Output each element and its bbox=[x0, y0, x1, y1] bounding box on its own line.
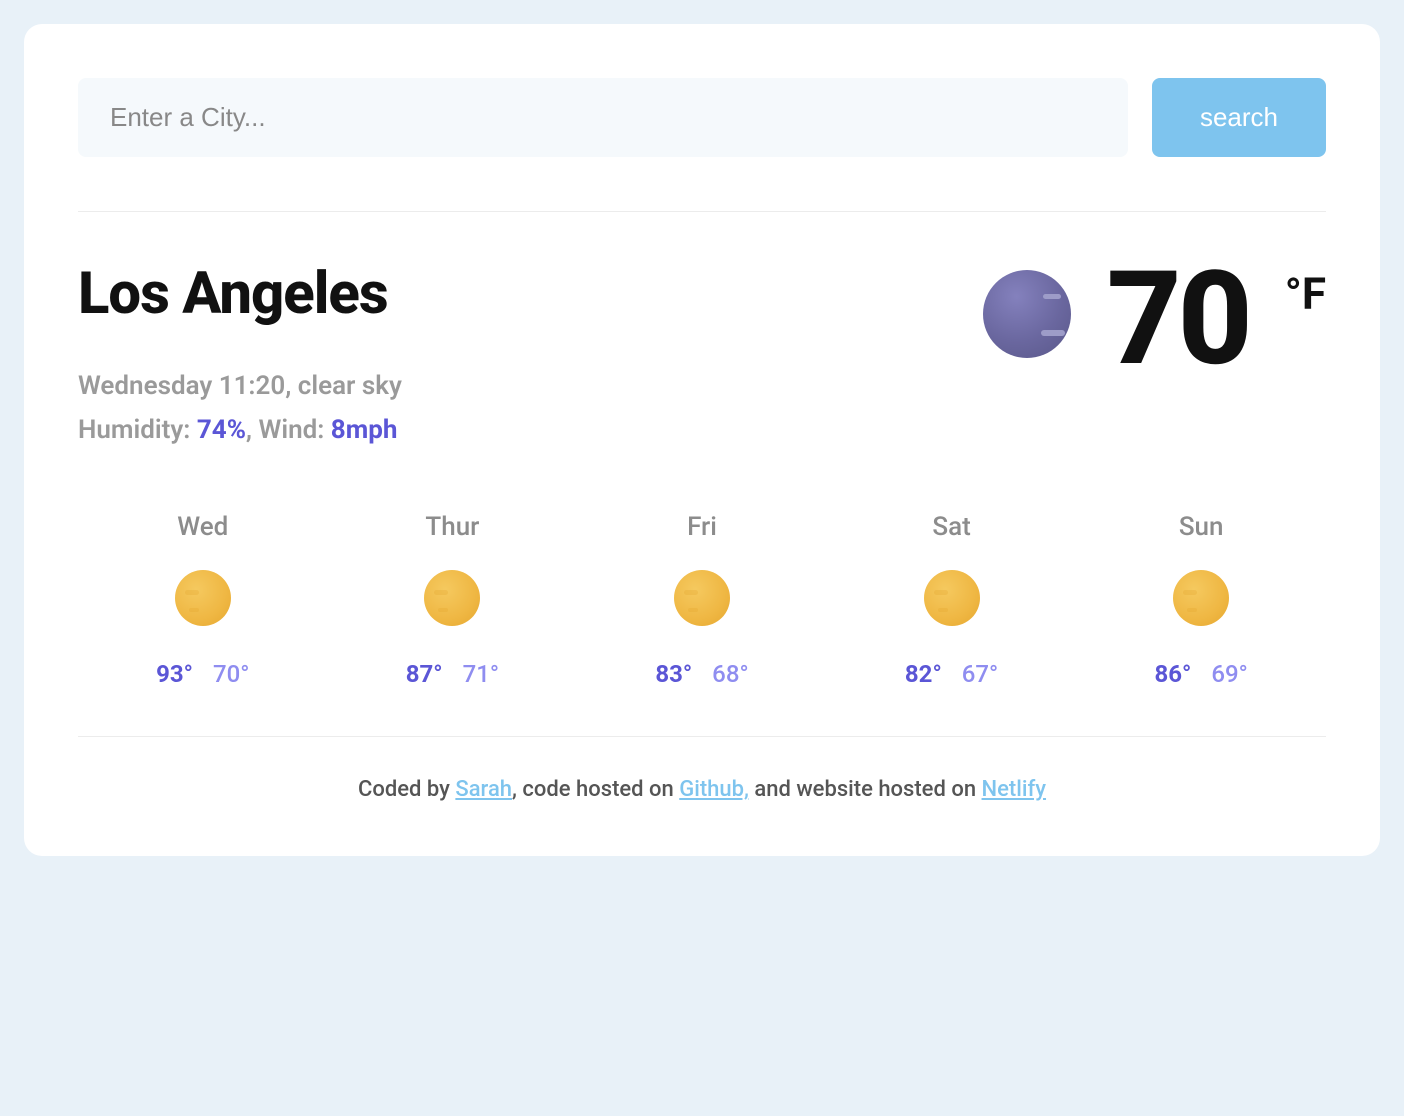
footer-credits: Coded by Sarah, code hosted on Github, a… bbox=[78, 777, 1326, 802]
footer-text: Coded by bbox=[358, 777, 455, 802]
weather-card: search Los Angeles Wednesday 11:20, clea… bbox=[24, 24, 1380, 856]
forecast-hi: 86° bbox=[1155, 660, 1192, 688]
forecast-day-label: Thur bbox=[406, 512, 499, 542]
current-conditions: Los Angeles Wednesday 11:20, clear sky H… bbox=[78, 260, 1326, 452]
forecast-row: Wed 93° 70° Thur 87° 71° Fri 83° 68° Sat bbox=[78, 512, 1326, 737]
forecast-lo: 68° bbox=[712, 660, 748, 688]
author-link[interactable]: Sarah bbox=[455, 777, 512, 802]
humidity-value: 74% bbox=[197, 415, 246, 445]
forecast-day-label: Fri bbox=[655, 512, 748, 542]
netlify-link[interactable]: Netlify bbox=[982, 777, 1046, 802]
forecast-temps: 82° 67° bbox=[905, 660, 998, 688]
wind-value: 8mph bbox=[331, 415, 398, 445]
current-hero: 70 °F bbox=[983, 260, 1326, 377]
forecast-temps: 87° 71° bbox=[406, 660, 499, 688]
forecast-day-label: Wed bbox=[156, 512, 249, 542]
forecast-lo: 71° bbox=[463, 660, 499, 688]
forecast-temps: 86° 69° bbox=[1155, 660, 1248, 688]
search-button[interactable]: search bbox=[1152, 78, 1326, 157]
forecast-hi: 83° bbox=[655, 660, 692, 688]
sun-icon bbox=[924, 570, 980, 626]
footer-text: , code hosted on bbox=[512, 777, 679, 802]
forecast-lo: 67° bbox=[962, 660, 998, 688]
forecast-hi: 87° bbox=[406, 660, 443, 688]
city-name: Los Angeles bbox=[78, 260, 402, 328]
forecast-temps: 83° 68° bbox=[655, 660, 748, 688]
forecast-hi: 82° bbox=[905, 660, 942, 688]
sun-icon bbox=[674, 570, 730, 626]
forecast-day: Thur 87° 71° bbox=[406, 512, 499, 688]
humidity-label: Humidity: bbox=[78, 415, 190, 445]
forecast-day-label: Sun bbox=[1155, 512, 1248, 542]
forecast-lo: 70° bbox=[213, 660, 249, 688]
forecast-hi: 93° bbox=[156, 660, 193, 688]
datetime-condition: Wednesday 11:20, clear sky bbox=[78, 364, 402, 408]
current-left: Los Angeles Wednesday 11:20, clear sky H… bbox=[78, 260, 402, 452]
footer-text: and website hosted on bbox=[749, 777, 982, 802]
forecast-temps: 93° 70° bbox=[156, 660, 249, 688]
search-row: search bbox=[78, 78, 1326, 212]
forecast-lo: 69° bbox=[1211, 660, 1247, 688]
wind-label: Wind: bbox=[259, 415, 325, 445]
github-link[interactable]: Github, bbox=[679, 777, 749, 802]
humidity-wind-line: Humidity: 74%, Wind: 8mph bbox=[78, 408, 402, 452]
forecast-day: Sat 82° 67° bbox=[905, 512, 998, 688]
forecast-day: Wed 93° 70° bbox=[156, 512, 249, 688]
sun-icon bbox=[1173, 570, 1229, 626]
sun-icon bbox=[424, 570, 480, 626]
city-search-input[interactable] bbox=[78, 78, 1128, 157]
forecast-day-label: Sat bbox=[905, 512, 998, 542]
forecast-day: Fri 83° 68° bbox=[655, 512, 748, 688]
current-temp: 70 bbox=[1107, 260, 1249, 377]
sun-icon bbox=[175, 570, 231, 626]
moon-icon bbox=[983, 270, 1071, 358]
temp-unit: °F bbox=[1285, 268, 1326, 320]
forecast-day: Sun 86° 69° bbox=[1155, 512, 1248, 688]
